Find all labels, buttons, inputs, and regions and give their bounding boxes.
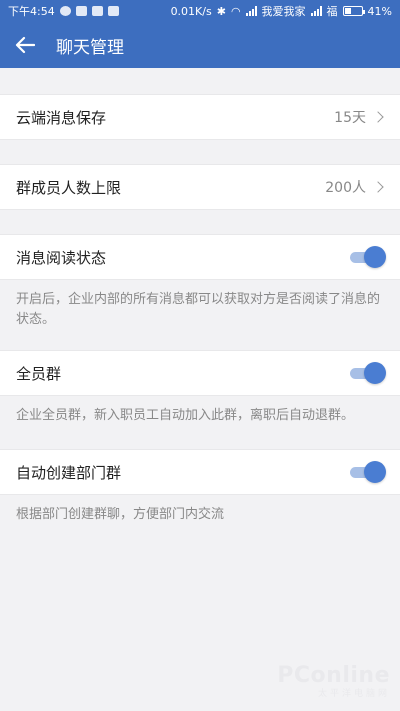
back-button[interactable]	[12, 32, 38, 58]
status-bar-left: 下午4:54	[8, 3, 119, 19]
status-bar: 下午4:54 0.01K/s ✱ ◠ 我爱我家 福 41%	[0, 0, 400, 22]
auto-dept-group-label: 自动创建部门群	[16, 463, 122, 482]
cloud-storage-value-group: 15天	[334, 107, 386, 127]
watermark: PConline 太平洋电脑网	[277, 663, 390, 699]
cloud-storage-row[interactable]: 云端消息保存 15天	[0, 94, 400, 140]
section-spacer	[0, 210, 400, 234]
app-bar: 聊天管理	[0, 22, 400, 68]
battery-percent: 41%	[367, 4, 392, 18]
read-status-row: 消息阅读状态	[0, 234, 400, 280]
cloud-storage-label: 云端消息保存	[16, 108, 107, 127]
section-spacer	[0, 140, 400, 164]
signal-icon	[245, 6, 257, 16]
qq-icon	[75, 6, 87, 16]
chevron-right-icon	[372, 181, 384, 193]
group-limit-row[interactable]: 群成员人数上限 200人	[0, 164, 400, 210]
group-limit-label: 群成员人数上限	[16, 178, 122, 197]
read-status-description: 开启后，企业内部的所有消息都可以获取对方是否阅读了消息的状态。	[16, 292, 381, 327]
group-limit-value: 200人	[325, 180, 366, 196]
signal-icon	[310, 6, 322, 16]
clock: 下午4:54	[8, 5, 55, 18]
read-status-label: 消息阅读状态	[16, 248, 107, 267]
carrier-name-2: 福	[326, 5, 338, 18]
all-staff-group-row: 全员群	[0, 350, 400, 396]
chevron-right-icon	[372, 111, 384, 123]
group-limit-value-group: 200人	[325, 177, 386, 197]
all-staff-group-description: 企业全员群，新入职员工自动加入此群，离职后自动退群。	[16, 408, 355, 423]
cloud-storage-value: 15天	[334, 110, 366, 126]
arrow-left-icon	[15, 36, 35, 54]
page-title: 聊天管理	[56, 37, 124, 58]
all-staff-group-toggle[interactable]	[350, 362, 386, 384]
wechat-icon	[59, 6, 71, 16]
section-spacer	[0, 68, 400, 94]
auto-dept-group-row: 自动创建部门群	[0, 449, 400, 495]
watermark-logo: PConline	[277, 663, 390, 688]
read-status-toggle[interactable]	[350, 246, 386, 268]
all-staff-group-label: 全员群	[16, 364, 62, 383]
auto-dept-group-description: 根据部门创建群聊，方便部门内交流	[16, 507, 225, 522]
mail-icon	[107, 6, 119, 16]
notification-icon	[91, 6, 103, 16]
carrier-name: 我爱我家	[261, 5, 306, 18]
auto-dept-group-toggle[interactable]	[350, 461, 386, 483]
status-bar-right: 0.01K/s ✱ ◠ 我爱我家 福 41%	[171, 3, 392, 19]
battery-icon	[342, 6, 365, 16]
network-speed: 0.01K/s	[170, 4, 212, 18]
wifi-icon: ◠	[230, 4, 241, 18]
bluetooth-icon: ✱	[216, 4, 226, 18]
